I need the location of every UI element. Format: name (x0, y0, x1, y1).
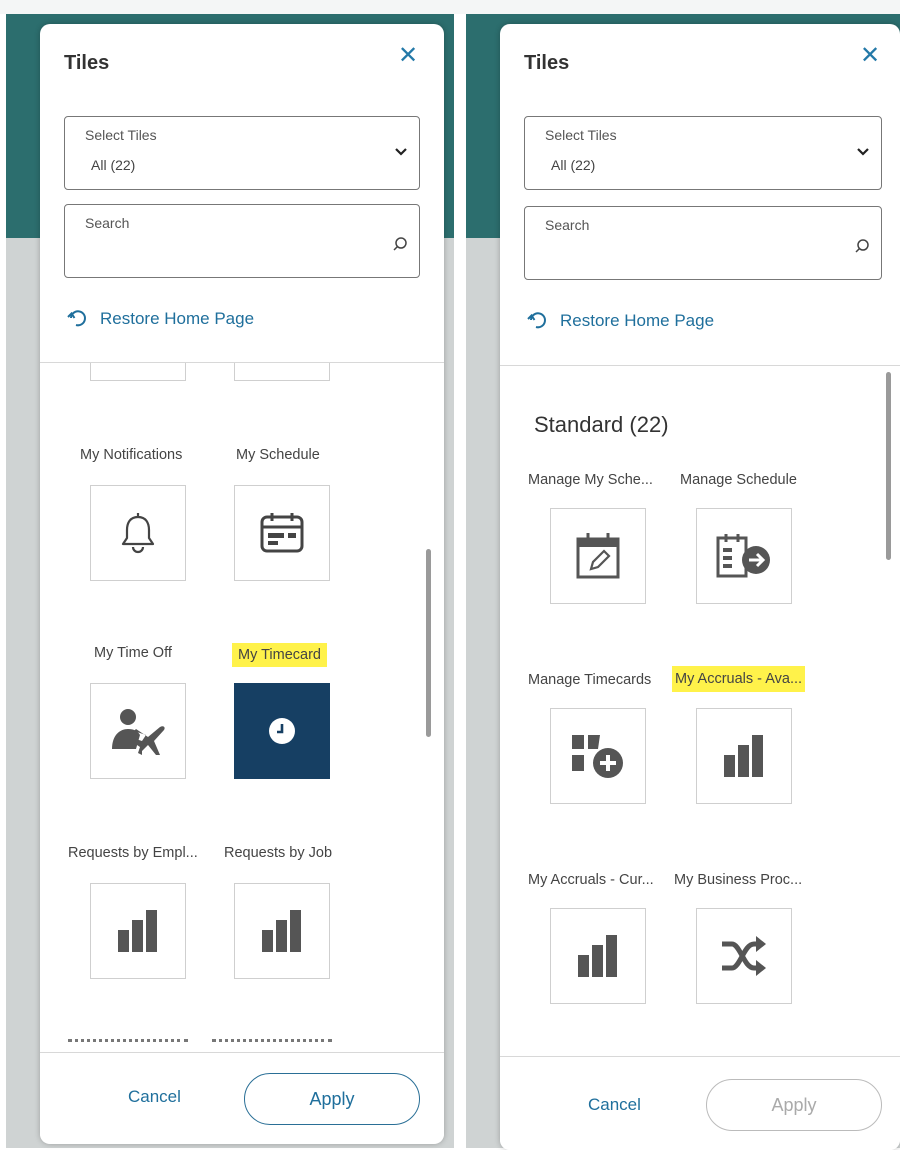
tile-my-accruals-available[interactable] (696, 708, 792, 804)
select-tiles-value: All (22) (551, 157, 596, 173)
close-icon[interactable]: ✕ (856, 42, 884, 70)
tile-label-requests-by-employee: Requests by Empl... (68, 845, 198, 861)
restore-home-page-link[interactable]: Restore Home Page (526, 310, 714, 332)
tiles-panel-right: Tiles ✕ Select Tiles All (22) Search Res… (500, 24, 900, 1150)
tile-partial[interactable] (90, 363, 186, 381)
tile-partial[interactable] (234, 363, 330, 381)
calendar-edit-icon (576, 533, 620, 579)
tile-label-my-time-off: My Time Off (94, 645, 172, 661)
restore-home-page-label: Restore Home Page (100, 309, 255, 328)
search-label: Search (545, 217, 590, 233)
tile-label-manage-schedule: Manage Schedule (680, 472, 797, 488)
close-icon[interactable]: ✕ (394, 42, 422, 70)
panel-title: Tiles (64, 52, 110, 74)
search-input[interactable]: Search (64, 204, 420, 278)
window-top-strip (0, 0, 900, 14)
section-title: Standard (22) (534, 412, 669, 437)
tile-label-manage-my-schedule: Manage My Sche... (528, 472, 653, 488)
apply-button[interactable]: Apply (244, 1073, 420, 1125)
select-tiles-dropdown[interactable]: Select Tiles All (22) (524, 116, 882, 190)
search-input[interactable]: Search (524, 206, 882, 280)
tile-my-accruals-current[interactable] (550, 908, 646, 1004)
tile-manage-timecards[interactable] (550, 708, 646, 804)
select-tiles-dropdown[interactable]: Select Tiles All (22) (64, 116, 420, 190)
calendar-icon (260, 513, 304, 553)
panel-title: Tiles (524, 52, 570, 74)
tile-label-partial (212, 1039, 332, 1045)
bar-chart-icon (262, 910, 301, 952)
tile-label-partial (68, 1039, 188, 1045)
tile-label-my-schedule: My Schedule (236, 447, 320, 463)
chevron-down-icon (857, 148, 869, 156)
tiles-panel-left: Tiles ✕ Select Tiles All (22) Search Res… (40, 24, 444, 1144)
schedule-arrow-icon (716, 534, 770, 578)
panel-footer: Cancel Apply (500, 1056, 900, 1150)
search-icon (393, 237, 407, 251)
tile-manage-my-schedule[interactable] (550, 508, 646, 604)
tiles-add-icon (572, 735, 623, 778)
bar-chart-icon (578, 935, 617, 977)
clock-icon (269, 718, 295, 744)
select-tiles-label: Select Tiles (545, 127, 617, 143)
chevron-down-icon (395, 148, 407, 156)
tile-label-my-business-process: My Business Proc... (674, 872, 803, 888)
tile-label-requests-by-job: Requests by Job (224, 845, 333, 861)
restore-home-page-link[interactable]: Restore Home Page (66, 308, 254, 330)
tile-requests-by-job[interactable] (234, 883, 330, 979)
search-icon (855, 239, 869, 253)
tile-label-manage-timecards: Manage Timecards (528, 672, 652, 688)
tile-my-business-process[interactable] (696, 908, 792, 1004)
scrollbar[interactable] (426, 549, 431, 737)
bar-chart-icon (118, 910, 157, 952)
search-label: Search (85, 215, 130, 231)
tile-requests-by-employee[interactable] (90, 883, 186, 979)
bar-chart-icon (724, 735, 763, 777)
tiles-scroll-area[interactable]: My Notifications My Schedule My Time Off… (40, 363, 444, 1051)
tile-my-notifications[interactable] (90, 485, 186, 581)
person-plane-icon (112, 709, 165, 755)
tile-label-my-notifications: My Notifications (80, 447, 183, 463)
panel-footer: Cancel Apply (40, 1052, 444, 1142)
cancel-button[interactable]: Cancel (128, 1087, 181, 1107)
bell-icon (121, 513, 155, 554)
tile-my-time-off[interactable] (90, 683, 186, 779)
tile-my-schedule[interactable] (234, 485, 330, 581)
cancel-button[interactable]: Cancel (588, 1095, 641, 1115)
scrollbar[interactable] (886, 372, 891, 560)
restore-icon (67, 310, 86, 327)
select-tiles-label: Select Tiles (85, 127, 157, 143)
tile-label-my-timecard: My Timecard (232, 643, 327, 667)
restore-icon (527, 312, 546, 329)
tile-label-my-accruals-current: My Accruals - Cur... (528, 872, 654, 888)
restore-home-page-label: Restore Home Page (560, 311, 715, 330)
shuffle-icon (722, 936, 766, 976)
tile-label-my-accruals-available: My Accruals - Ava... (672, 666, 806, 692)
tile-my-timecard[interactable] (234, 683, 330, 779)
tiles-scroll-area[interactable]: Standard (22) Manage My Sche... Manage S… (500, 366, 900, 1056)
select-tiles-value: All (22) (91, 157, 136, 173)
tile-manage-schedule[interactable] (696, 508, 792, 604)
apply-button[interactable]: Apply (706, 1079, 882, 1131)
